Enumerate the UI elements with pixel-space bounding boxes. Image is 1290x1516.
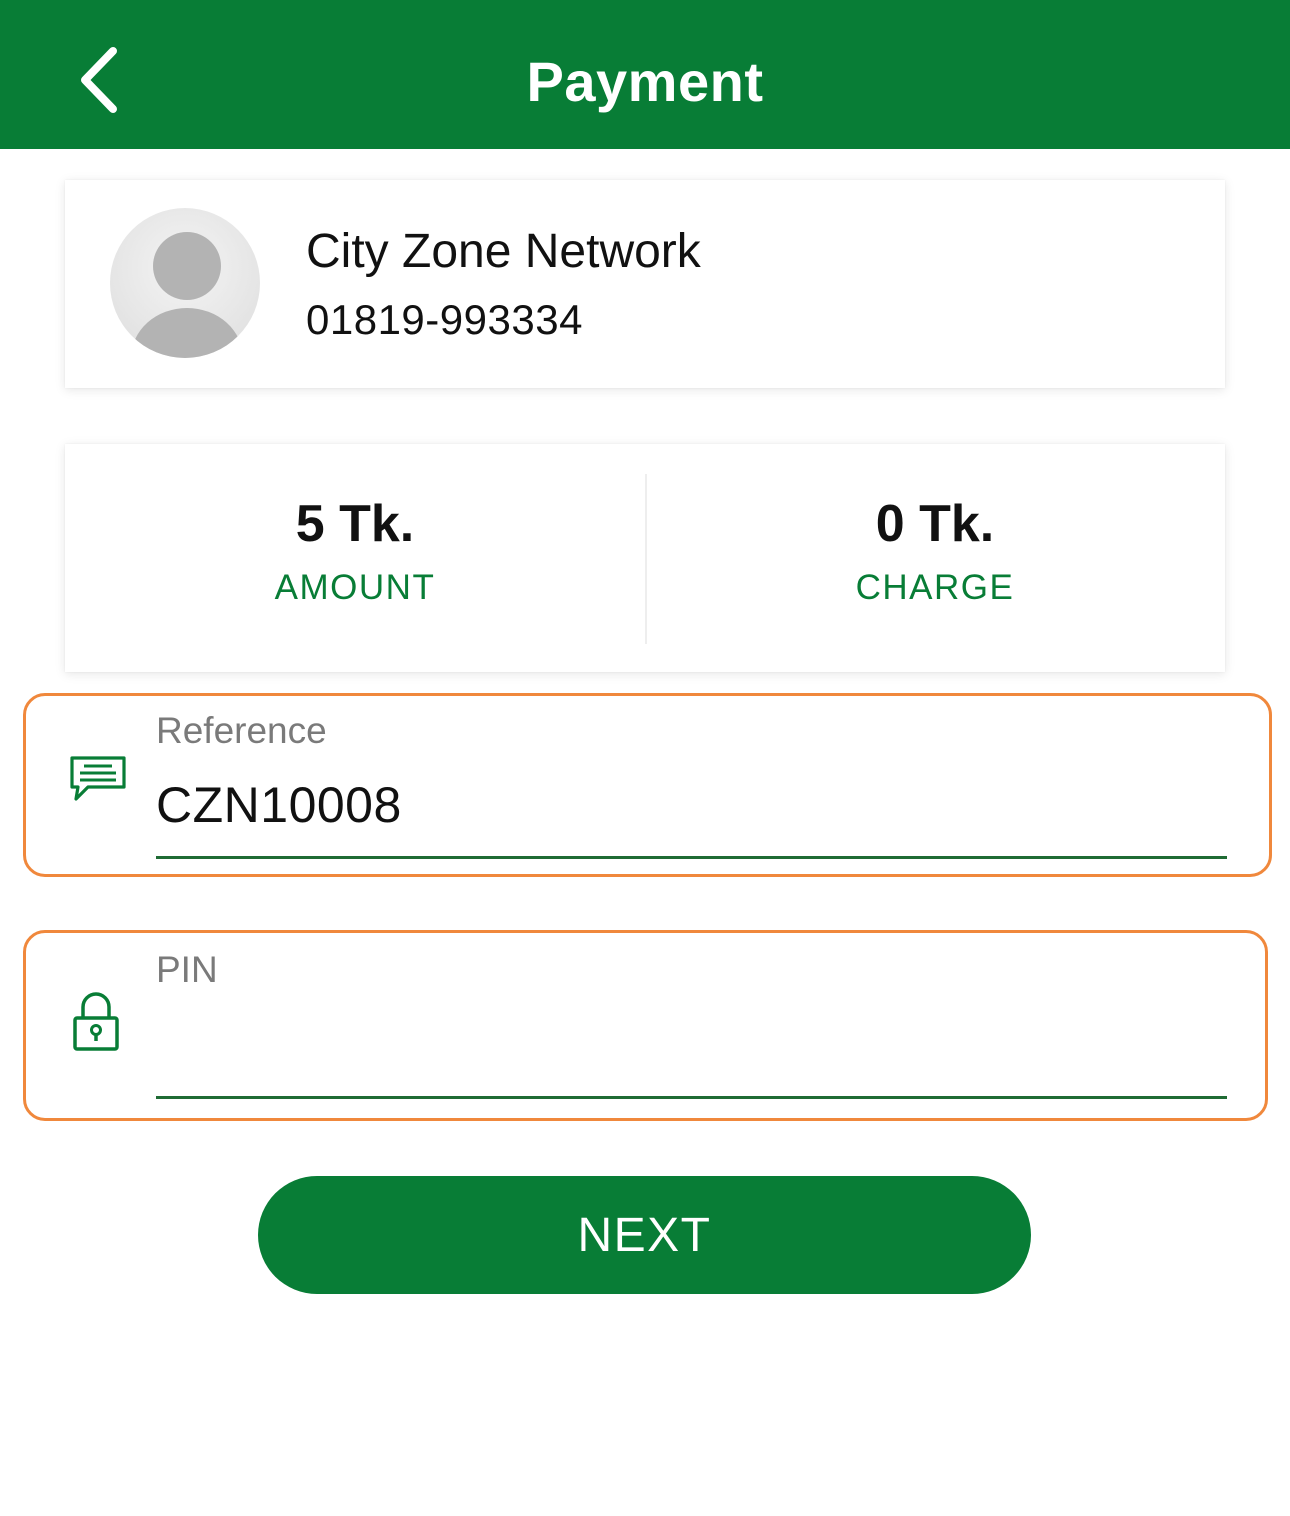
avatar	[110, 208, 260, 358]
lock-icon	[70, 989, 122, 1055]
reference-input[interactable]: CZN10008	[156, 776, 402, 834]
merchant-name: City Zone Network	[306, 225, 701, 278]
charge-section: 0 Tk. CHARGE	[645, 444, 1225, 672]
page-title: Payment	[526, 49, 764, 113]
amount-label: AMOUNT	[274, 568, 436, 607]
message-icon	[66, 754, 130, 806]
pin-label: PIN	[156, 949, 218, 990]
pin-field[interactable]: PIN	[23, 930, 1268, 1121]
payment-summary-card: 5 Tk. AMOUNT 0 Tk. CHARGE	[65, 444, 1225, 672]
user-avatar-icon	[131, 232, 243, 358]
reference-field[interactable]: Reference CZN10008	[23, 693, 1272, 877]
reference-label: Reference	[156, 710, 327, 751]
reference-underline	[156, 856, 1227, 859]
amount-section: 5 Tk. AMOUNT	[65, 444, 645, 672]
merchant-phone: 01819-993334	[306, 296, 583, 343]
pin-underline	[156, 1096, 1227, 1099]
charge-value: 0 Tk.	[875, 495, 995, 553]
amount-value: 5 Tk.	[295, 495, 415, 553]
next-button[interactable]: NEXT	[258, 1176, 1031, 1294]
pin-input[interactable]	[156, 1033, 1227, 1093]
app-header: Payment	[0, 0, 1290, 149]
merchant-card: City Zone Network 01819-993334	[65, 180, 1225, 388]
charge-label: CHARGE	[855, 568, 1015, 607]
